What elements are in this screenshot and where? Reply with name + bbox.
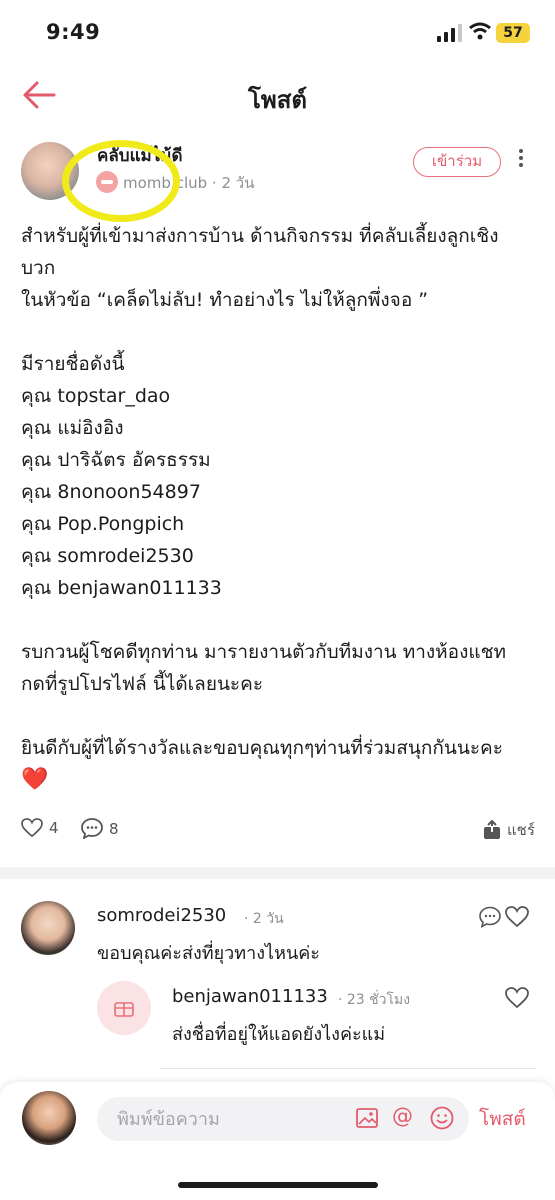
post-line: ในหัวข้อ “เคล็ดไม่ลับ! ทำอย่างไร ไม่ให้ล… <box>21 289 429 311</box>
post-line: คุณ Pop.Pongpich <box>21 513 185 535</box>
reply-time: · 23 ชั่วโมง <box>338 992 411 1008</box>
comment-bubble-icon <box>81 818 103 839</box>
status-bar: 9:49 57 <box>0 0 555 62</box>
image-icon[interactable] <box>356 1108 378 1128</box>
post-line: คุณ topstar_dao <box>21 385 171 407</box>
comment-heart-icon[interactable] <box>505 906 529 928</box>
page-title: โพสต์ <box>248 86 307 114</box>
share-label: แชร์ <box>507 821 535 839</box>
comment-time: · 2 วัน <box>244 911 284 927</box>
highlight-circle-annotation <box>62 140 180 222</box>
my-avatar <box>22 1091 76 1145</box>
comment-count: 8 <box>109 819 119 838</box>
message-input[interactable] <box>97 1097 469 1141</box>
more-options-icon[interactable] <box>513 147 529 169</box>
gift-icon <box>114 1002 134 1017</box>
reply-divider <box>160 1068 536 1069</box>
post-line: มีรายชื่อดังนี้ <box>21 353 125 375</box>
reply-avatar[interactable] <box>97 981 151 1035</box>
like-button[interactable]: 4 <box>21 818 59 838</box>
home-indicator <box>178 1182 378 1188</box>
battery-indicator: 57 <box>496 23 530 43</box>
top-nav: โพสต์ <box>0 62 555 128</box>
reply-heart-icon[interactable] <box>505 987 529 1009</box>
comment-text: ขอบคุณค่ะส่งที่ยุวทางไหนค่ะ <box>97 943 320 964</box>
post-line: ยินดีกับผู้ที่ได้รางวัลและขอบคุณทุกๆท่าน… <box>21 737 503 759</box>
reply-text: ส่งชื่อที่อยู่ให้แอดยังไงค่ะแม่ <box>172 1024 386 1045</box>
commenter-avatar[interactable] <box>21 901 75 955</box>
heart-outline-icon <box>21 818 43 838</box>
cellular-signal-icon <box>437 24 462 42</box>
comment-button[interactable]: 8 <box>81 818 119 839</box>
reply-icon[interactable] <box>479 906 501 928</box>
post-line: คุณ ปาริฉัตร อัครธรรม <box>21 449 211 471</box>
section-divider <box>0 867 555 879</box>
post-send-button[interactable]: โพสต์ <box>479 1104 526 1134</box>
post-line: สำหรับผู้ที่เข้ามาส่งการบ้าน ด้านกิจกรรม… <box>21 225 499 247</box>
post-line: กดที่รูปโปรไฟล์ นี้ได้เลยนะคะ <box>21 673 264 695</box>
comment-username[interactable]: somrodei2530 <box>97 905 226 926</box>
reply-username[interactable]: benjawan011133 <box>172 986 328 1007</box>
post-line: รบกวนผู้โชคดีทุกท่าน มารายงานตัวกับทีมงา… <box>21 641 507 663</box>
status-time: 9:49 <box>46 20 101 44</box>
post-line: คุณ แม่อิงอิง <box>21 417 124 439</box>
post-line: คุณ benjawan011133 <box>21 577 222 599</box>
post-line: บวก <box>21 257 56 279</box>
heart-emoji: ❤️ <box>21 767 49 792</box>
post-age: · 2 วัน <box>211 174 255 192</box>
emoji-icon[interactable] <box>430 1106 454 1130</box>
share-icon <box>484 820 500 839</box>
wifi-icon <box>469 22 491 40</box>
join-button[interactable]: เข้าร่วม <box>413 147 501 177</box>
post-actions: 4 8 แชร์ <box>21 818 536 848</box>
post-line: คุณ 8nonoon54897 <box>21 481 201 503</box>
post-line: คุณ somrodei2530 <box>21 545 194 567</box>
share-button[interactable]: แชร์ <box>483 818 535 842</box>
post-body: สำหรับผู้ที่เข้ามาส่งการบ้าน ด้านกิจกรรม… <box>21 220 536 796</box>
mention-at-icon[interactable]: @ <box>392 1104 413 1128</box>
like-count: 4 <box>49 819 59 837</box>
